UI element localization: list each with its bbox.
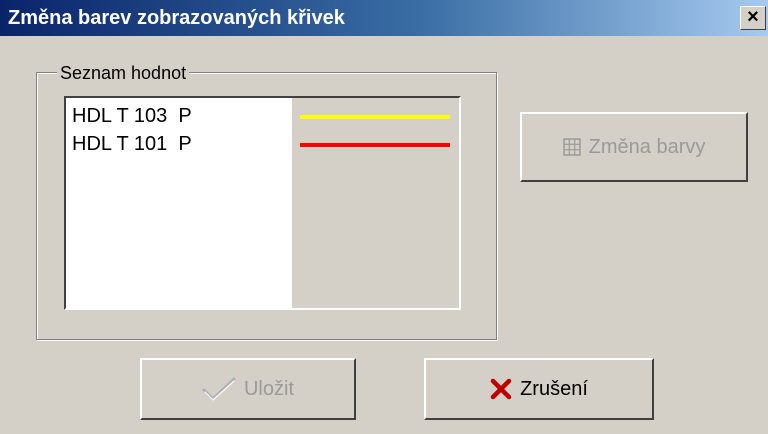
save-label: Uložit: [243, 377, 294, 400]
change-color-button[interactable]: Změna barvy: [520, 112, 748, 182]
grid-icon: [562, 138, 581, 156]
list-text-area: [66, 98, 292, 308]
list-item[interactable]: HDL T 101 P: [72, 132, 192, 156]
window-title: Změna barev zobrazovaných křivek: [8, 7, 345, 29]
color-swatch[interactable]: [300, 143, 450, 147]
list-item[interactable]: HDL T 103 P: [72, 104, 192, 128]
group-label: Seznam hodnot: [57, 62, 190, 84]
checkmark-icon: [202, 376, 236, 402]
cancel-button[interactable]: Zrušení: [424, 358, 654, 420]
close-button[interactable]: ×: [740, 6, 766, 30]
title-bar: Změna barev zobrazovaných křivek ×: [0, 0, 768, 36]
color-swatch[interactable]: [300, 115, 450, 119]
values-list[interactable]: HDL T 103 P HDL T 101 P: [64, 96, 461, 310]
cancel-label: Zrušení: [520, 377, 588, 400]
save-button[interactable]: Uložit: [140, 358, 356, 420]
change-color-label: Změna barvy: [588, 135, 706, 158]
red-x-icon: [490, 378, 512, 400]
